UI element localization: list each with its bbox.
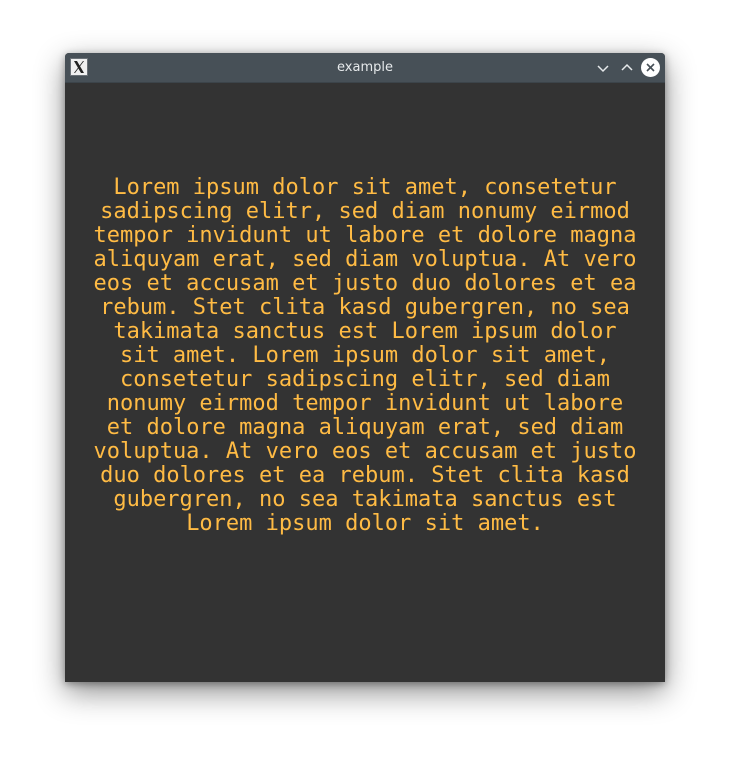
lorem-text: Lorem ipsum dolor sit amet, consetetur s… bbox=[93, 175, 637, 536]
chevron-down-icon bbox=[596, 64, 609, 72]
close-button[interactable] bbox=[641, 58, 660, 77]
window-title: example bbox=[337, 60, 393, 75]
app-window: example Lorem ipsum dolor sit amet, cons… bbox=[65, 53, 665, 682]
content-area: Lorem ipsum dolor sit amet, consetetur s… bbox=[65, 83, 665, 682]
close-icon bbox=[646, 63, 655, 72]
minimize-button[interactable] bbox=[593, 58, 612, 77]
maximize-button[interactable] bbox=[617, 58, 636, 77]
title-bar[interactable]: example bbox=[65, 53, 665, 83]
chevron-up-icon bbox=[620, 63, 633, 71]
